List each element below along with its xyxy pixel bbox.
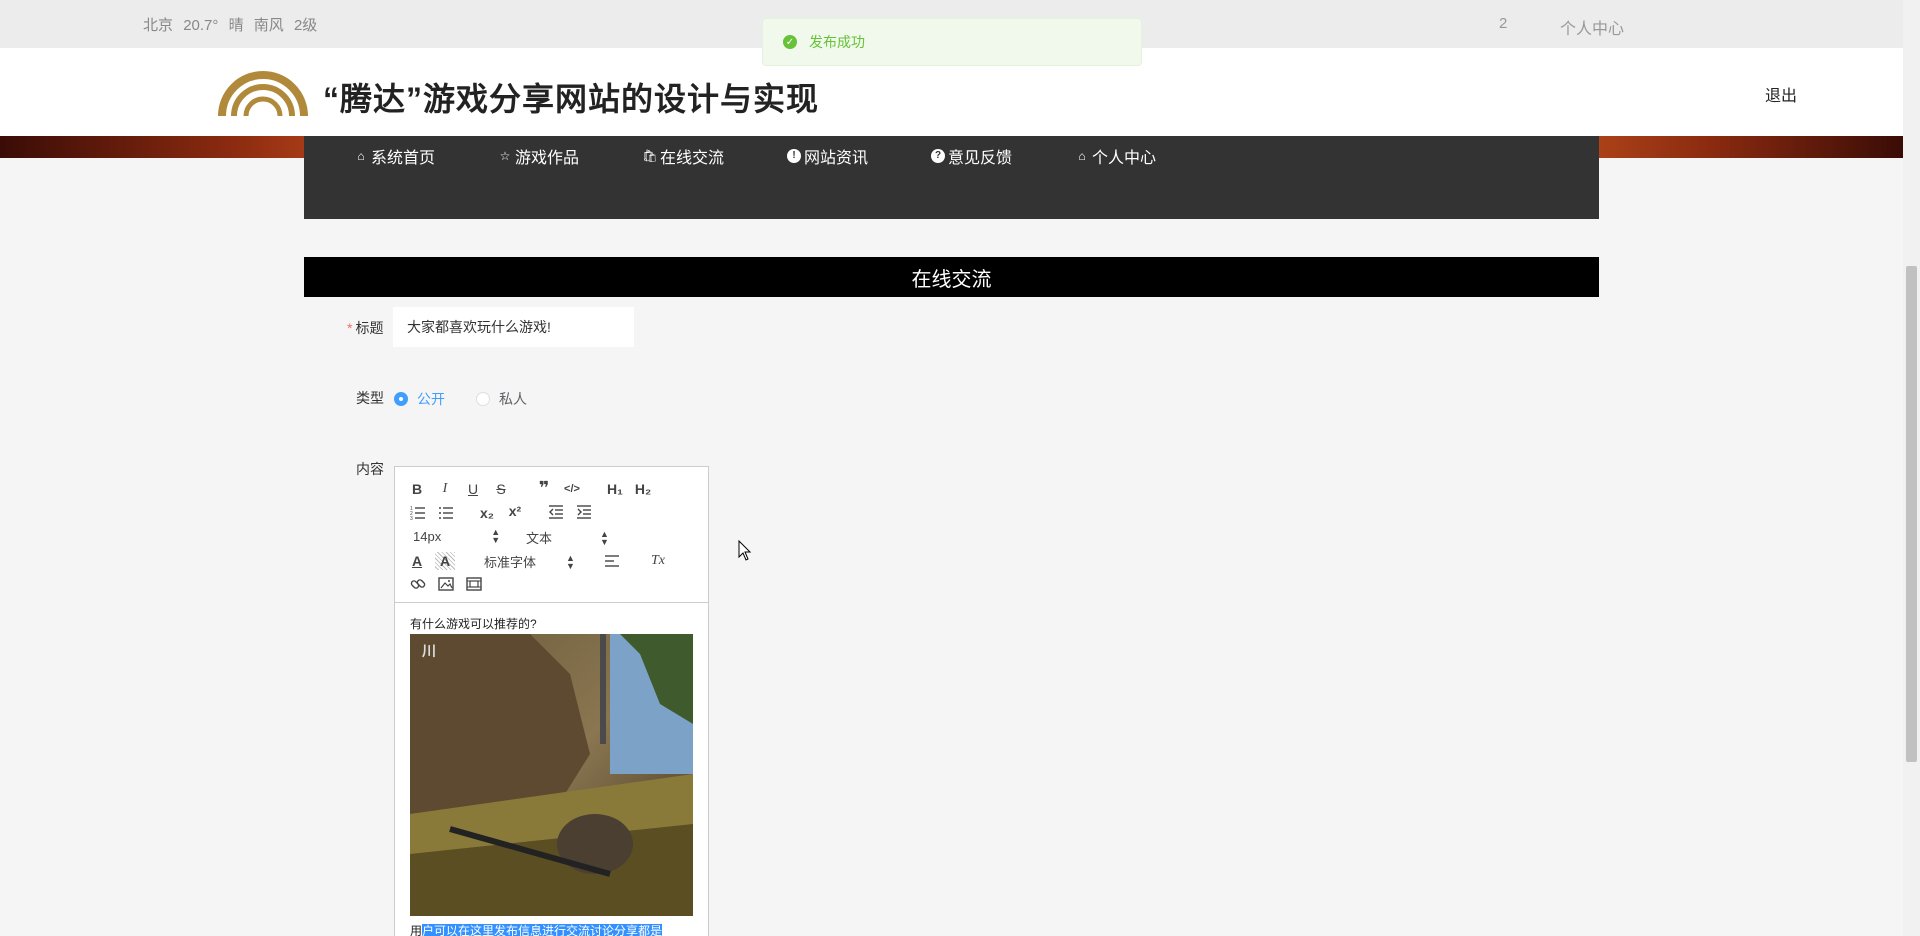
top-user-center-link[interactable]: 个人中心 [1560, 15, 1624, 39]
radio-label: 公开 [417, 391, 445, 407]
page-scrollbar[interactable] [1903, 0, 1920, 936]
underline-button[interactable]: U [463, 480, 483, 498]
game-screenshot-image: 川 [410, 634, 693, 916]
subscript-button[interactable]: x₂ [477, 504, 497, 522]
nav-item-label: 个人中心 [1092, 150, 1157, 167]
scrollbar-thumb[interactable] [1906, 266, 1917, 762]
italic-button[interactable]: I [435, 480, 455, 498]
weather-level: 2级 [293, 17, 318, 34]
mouse-cursor-icon [738, 540, 752, 561]
nav-item-label: 系统首页 [371, 150, 436, 167]
select-arrows-icon: ▲ ▼ [600, 528, 609, 547]
nav-item-home[interactable]: ⌂ 系统首页 [354, 144, 435, 168]
link-icon[interactable] [410, 576, 426, 592]
site-title: “腾达”游戏分享网站的设计与实现 [323, 81, 820, 117]
nav-item-label: 意见反馈 [948, 150, 1013, 167]
weather-city: 北京 [143, 17, 174, 34]
radio-dot [476, 392, 490, 406]
blockquote-icon[interactable]: ❞ [534, 479, 554, 497]
bullet-list-icon[interactable] [438, 504, 454, 520]
nav-item-label: 网站资讯 [804, 150, 869, 167]
weather-condition: 晴 [228, 17, 244, 34]
weather-wind: 南风 [253, 17, 284, 34]
success-toast: ✓ 发布成功 [762, 18, 1142, 66]
nav-item-forum[interactable]: 🛍︎ 在线交流 [642, 144, 725, 168]
header-select[interactable]: 文本 ▲ ▼ [526, 528, 609, 547]
text-selection: 户可以在这里发布信息进行交流讨论分享都是 [422, 924, 663, 936]
type-label: 类型 [356, 390, 384, 406]
svg-text:3: 3 [410, 516, 413, 520]
align-left-icon[interactable] [604, 554, 620, 568]
weather-temperature: 20.7° [183, 17, 219, 34]
title-input[interactable] [393, 307, 634, 347]
background-color-icon[interactable]: A [435, 552, 455, 570]
font-size-value: 14px [413, 528, 442, 544]
main-nav: ⌂ 系统首页 ☆ 游戏作品 🛍︎ 在线交流 ! 网站资讯 ? 意见反馈 ⌂ 个人… [304, 136, 1599, 219]
code-block-icon[interactable]: </> [562, 480, 582, 498]
radio-dot [394, 392, 408, 406]
radio-label: 私人 [499, 391, 527, 407]
home-icon: ⌂ [357, 149, 365, 163]
logout-link[interactable]: 退出 [1765, 82, 1797, 106]
radio-private[interactable]: 私人 [476, 389, 527, 409]
editor-content-text[interactable]: 有什么游戏可以推荐的? [410, 615, 700, 632]
bold-button[interactable]: B [407, 480, 427, 498]
nav-item-label: 在线交流 [660, 150, 725, 167]
select-arrows-icon: ▲ ▼ [491, 527, 501, 545]
nav-item-feedback[interactable]: ? 意见反馈 [931, 144, 1012, 168]
title-label: * 标题 [347, 320, 384, 336]
info-icon: ! [787, 149, 801, 163]
font-family-select[interactable]: 标准字体 ▲ ▼ [484, 552, 575, 571]
header-select-value: 文本 [526, 531, 553, 546]
h2-button[interactable]: H₂ [633, 480, 653, 498]
image-icon[interactable] [438, 576, 454, 592]
outdent-icon[interactable] [548, 504, 564, 520]
editor-toolbar: B I U S ❞ </> H₁ H₂ 123 x₂ x² 14px ▲ ▼ 文… [395, 467, 708, 603]
section-title: 在线交流 [304, 257, 1599, 297]
font-family-value: 标准字体 [484, 555, 537, 570]
site-logo [218, 71, 308, 117]
weather-info: 北京 20.7° 晴 南风 2级 [143, 14, 323, 35]
svg-text:川: 川 [421, 643, 436, 659]
clean-format-button[interactable]: Tx [648, 552, 668, 570]
question-icon: ? [931, 149, 945, 163]
indent-icon[interactable] [576, 504, 592, 520]
nav-item-games[interactable]: ☆ 游戏作品 [498, 144, 579, 168]
content-label: 内容 [356, 461, 384, 477]
rich-text-editor: B I U S ❞ </> H₁ H₂ 123 x₂ x² 14px ▲ ▼ 文… [394, 466, 709, 936]
notification-count[interactable]: 2 [1499, 15, 1507, 32]
radio-public[interactable]: 公开 [394, 389, 445, 409]
editor-selected-text[interactable]: 用户可以在这里发布信息进行交流讨论分享都是 [410, 922, 663, 936]
nav-item-news[interactable]: ! 网站资讯 [787, 144, 868, 168]
ordered-list-icon[interactable]: 123 [410, 504, 426, 520]
toast-message: 发布成功 [809, 34, 865, 50]
select-arrows-icon: ▲ ▼ [566, 552, 575, 571]
video-icon[interactable] [466, 576, 482, 592]
font-color-icon[interactable]: A [407, 552, 427, 570]
superscript-button[interactable]: x² [505, 502, 525, 520]
nav-item-label: 游戏作品 [515, 150, 580, 167]
bag-icon: 🛍︎ [642, 149, 658, 163]
check-circle-icon: ✓ [783, 35, 797, 49]
nav-item-user-center[interactable]: ⌂ 个人中心 [1075, 144, 1156, 168]
font-size-select[interactable]: 14px ▲ ▼ [413, 527, 501, 545]
home-icon: ⌂ [1078, 149, 1086, 163]
strike-button[interactable]: S [491, 480, 511, 498]
star-icon: ☆ [499, 149, 511, 163]
h1-button[interactable]: H₁ [605, 480, 625, 498]
